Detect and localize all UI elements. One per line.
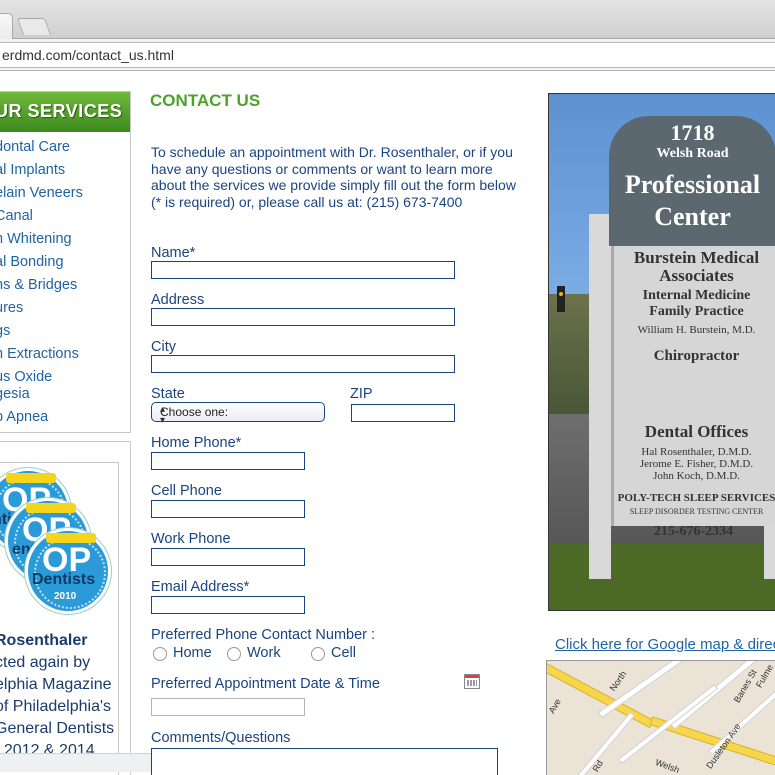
services-panel: UR SERVICES dontal Care al Implants elai… <box>0 91 131 433</box>
work-phone-label: Work Phone <box>151 531 231 547</box>
url-field[interactable]: erdmd.com/contact_us.html <box>0 42 775 68</box>
award-text-line: General Dentists <box>0 720 115 737</box>
zip-field[interactable] <box>351 404 455 422</box>
address-bar: erdmd.com/contact_us.html <box>0 39 775 71</box>
appointment-field[interactable] <box>151 698 305 716</box>
service-link[interactable]: dontal Care <box>0 139 70 155</box>
sign-header: 1718 Welsh Road Professional Center <box>609 116 775 246</box>
work-phone-field[interactable] <box>151 548 305 566</box>
state-select[interactable]: Choose one: ▴ ▾ <box>151 402 325 426</box>
service-link[interactable]: h Extractions <box>0 346 79 362</box>
page-title: CONTACT US <box>150 91 261 110</box>
service-link[interactable]: n Whitening <box>0 231 72 247</box>
service-link[interactable]: elain Veneers <box>0 185 83 201</box>
service-link[interactable]: p Apnea <box>0 409 48 425</box>
work-radio-label: Work <box>247 645 281 661</box>
city-field[interactable] <box>151 355 455 373</box>
service-link[interactable]: ns & Bridges <box>0 277 77 293</box>
page-content: UR SERVICES dontal Care al Implants elai… <box>0 71 775 775</box>
sign-phone: 215-676-2334 <box>653 524 734 539</box>
appointment-label: Preferred Appointment Date & Time <box>151 676 380 692</box>
intro-text: To schedule an appointment with Dr. Rose… <box>151 144 516 211</box>
browser-tab-bar: ✕ <box>0 0 775 39</box>
top-dentist-badge: OP Dentists 2010 <box>25 528 111 614</box>
service-link[interactable]: Canal <box>0 208 33 224</box>
cell-phone-label: Cell Phone <box>151 483 222 499</box>
office-sign-photo: 1718 Welsh Road Professional Center Burs… <box>548 93 775 611</box>
award-text-line: of Philadelphia's <box>0 698 112 715</box>
comments-textarea[interactable] <box>151 748 498 775</box>
google-map[interactable]: Banes St Fulme Ave Rd Dusleton Ave North… <box>546 660 775 775</box>
new-tab-button[interactable] <box>16 18 52 35</box>
name-field[interactable] <box>151 261 455 279</box>
service-link[interactable]: gs <box>0 323 10 339</box>
traffic-light-icon <box>557 286 565 312</box>
award-panel: OP ntists 014 OP entists 2012 OP Dentist… <box>0 441 131 775</box>
preferred-contact-label: Preferred Phone Contact Number : <box>151 627 376 643</box>
email-field[interactable] <box>151 596 305 614</box>
browser-tab[interactable]: ✕ <box>0 13 13 39</box>
award-text-line: elphia Magazine <box>0 676 112 693</box>
cell-radio-label: Cell <box>331 645 356 661</box>
service-link[interactable]: ures <box>0 300 23 316</box>
calendar-icon[interactable] <box>464 674 480 689</box>
comments-label: Comments/Questions <box>151 730 291 746</box>
map-label: Fulme <box>753 662 775 690</box>
award-text-line: cted again by <box>0 654 91 671</box>
home-phone-field[interactable] <box>151 452 305 470</box>
service-link[interactable]: gesia <box>0 386 30 402</box>
service-link[interactable]: al Bonding <box>0 254 64 270</box>
status-strip <box>0 753 165 772</box>
name-label: Name* <box>151 245 196 261</box>
zip-label: ZIP <box>350 386 373 402</box>
cell-phone-field[interactable] <box>151 500 305 518</box>
map-label: Welsh <box>654 757 681 775</box>
url-text: erdmd.com/contact_us.html <box>2 47 174 63</box>
home-radio[interactable] <box>153 647 167 661</box>
cell-radio[interactable] <box>311 647 325 661</box>
service-link[interactable]: us Oxide <box>0 369 52 385</box>
map-label: North <box>607 669 629 693</box>
service-link[interactable]: al Implants <box>0 162 65 178</box>
services-title: UR SERVICES <box>0 101 123 121</box>
email-label: Email Address* <box>151 579 250 595</box>
address-label: Address <box>151 292 205 308</box>
services-header: UR SERVICES <box>0 92 130 132</box>
state-label: State <box>151 386 185 402</box>
address-field[interactable] <box>151 308 455 326</box>
city-label: City <box>151 339 176 355</box>
home-radio-label: Home <box>173 645 212 661</box>
google-map-link[interactable]: Click here for Google map & direc <box>555 636 775 653</box>
award-text-line: Rosenthaler <box>0 632 88 649</box>
home-phone-label: Home Phone* <box>151 435 242 451</box>
select-arrows-icon: ▴ ▾ <box>160 404 166 426</box>
work-radio[interactable] <box>227 647 241 661</box>
map-label: Ave <box>546 696 563 716</box>
sign-tenants: Burstein Medical Associates Internal Med… <box>611 246 775 526</box>
